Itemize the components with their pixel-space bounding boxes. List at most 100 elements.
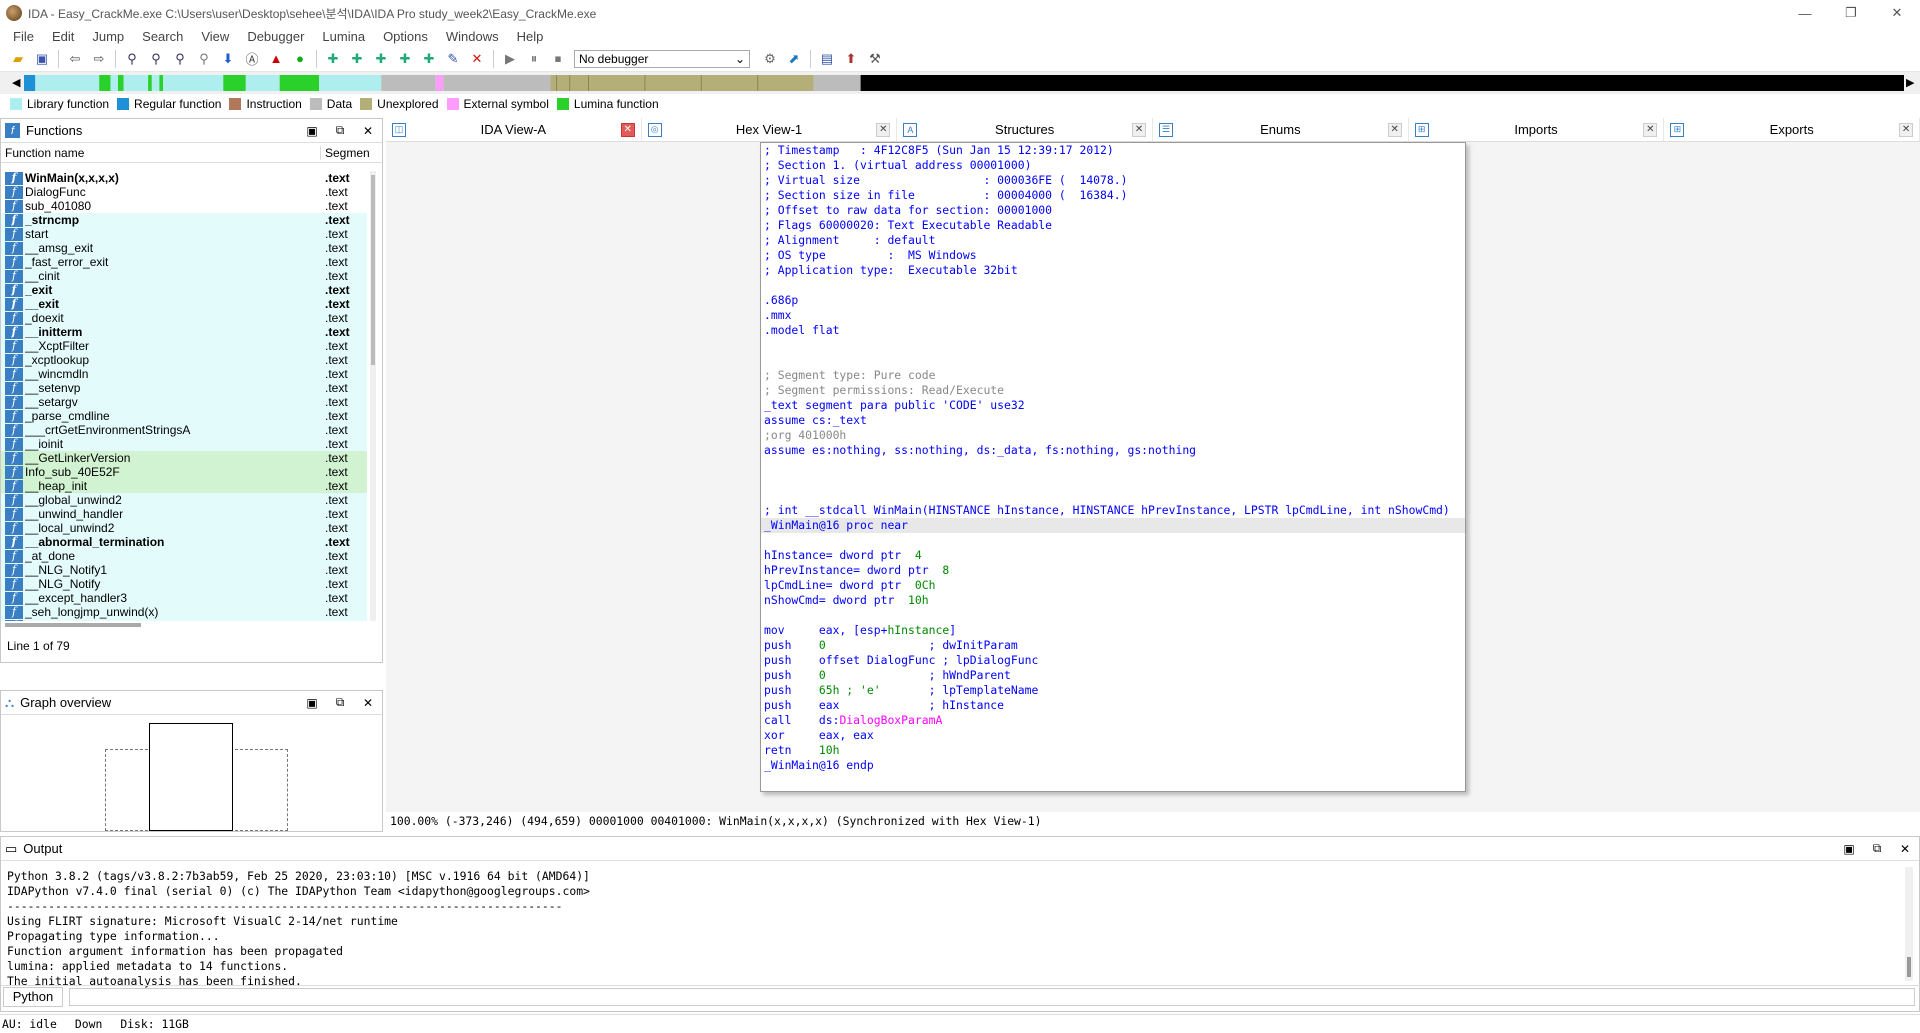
listing-line[interactable]: lpCmdLine= dword ptr 0Ch	[761, 578, 1465, 593]
listing-line[interactable]: ; Application type: Executable 32bit	[761, 263, 1465, 278]
listing-line[interactable]	[761, 533, 1465, 548]
function-row[interactable]: f __heap_init .text	[1, 479, 367, 493]
listing-line[interactable]: .686p	[761, 293, 1465, 308]
tab-ida-view-a[interactable]: ◫ IDA View-A ✕	[386, 118, 642, 141]
listing-line[interactable]	[761, 353, 1465, 368]
open-icon[interactable]: ▰	[8, 49, 28, 69]
listing-line[interactable]: _WinMain@16 proc near	[761, 518, 1465, 533]
menu-jump[interactable]: Jump	[83, 29, 133, 44]
function-row[interactable]: f __exit .text	[1, 297, 367, 311]
search-binary-icon[interactable]: ⚲	[170, 49, 190, 69]
nav-segment[interactable]	[151, 75, 160, 91]
close-icon[interactable]: ✕	[354, 124, 382, 138]
back-arrow-icon[interactable]: ⇦	[65, 49, 85, 69]
function-row[interactable]: f _seh_longjmp_unwind(x) .text	[1, 605, 367, 619]
function-row[interactable]: f _fast_error_exit .text	[1, 255, 367, 269]
function-row[interactable]: f __NLG_Notify1 .text	[1, 563, 367, 577]
nav-segment[interactable]	[123, 75, 149, 91]
listing-line[interactable]: call ds:DialogBoxParamA	[761, 713, 1465, 728]
function-row[interactable]: f __wincmdln .text	[1, 367, 367, 381]
nav-segment[interactable]	[813, 75, 861, 91]
listing-line[interactable]: hInstance= dword ptr 4	[761, 548, 1465, 563]
add-item-icon[interactable]: ✚	[371, 49, 391, 69]
function-row[interactable]: f __ioinit .text	[1, 437, 367, 451]
tab-imports[interactable]: ⊞ Imports ✕	[1409, 118, 1665, 141]
function-row[interactable]: f _at_done .text	[1, 549, 367, 563]
function-row[interactable]: f ___crtGetEnvironmentStringsA .text	[1, 423, 367, 437]
nav-segment[interactable]	[24, 75, 36, 91]
listing-line[interactable]: push 0 ; dwInitParam	[761, 638, 1465, 653]
function-row[interactable]: f __GetLinkerVersion .text	[1, 451, 367, 465]
color-picker-icon[interactable]: ▲	[266, 49, 286, 69]
nav-segment[interactable]	[148, 75, 152, 91]
nav-segment[interactable]	[443, 75, 551, 91]
function-row[interactable]: f start .text	[1, 227, 367, 241]
tab-exports[interactable]: ⊞ Exports ✕	[1664, 118, 1920, 141]
close-icon[interactable]: ✕	[1891, 842, 1919, 856]
float-icon[interactable]: ⧉	[1863, 841, 1891, 856]
listing-line[interactable]: assume cs:_text	[761, 413, 1465, 428]
add-member-icon[interactable]: ✚	[395, 49, 415, 69]
rename-icon[interactable]: ✎	[443, 49, 463, 69]
nav-segment[interactable]	[118, 75, 124, 91]
menu-debugger[interactable]: Debugger	[238, 29, 313, 44]
listing-line[interactable]: ;org 401000h	[761, 428, 1465, 443]
listing-line[interactable]: .mmx	[761, 308, 1465, 323]
nav-segment[interactable]	[550, 75, 814, 91]
tab-close-icon[interactable]: ✕	[1643, 122, 1658, 137]
listing-line[interactable]: _WinMain@16 endp	[761, 758, 1465, 773]
search-next-icon[interactable]: ⚲	[194, 49, 214, 69]
nav-segment[interactable]	[435, 75, 444, 91]
listing-line[interactable]: mov eax, [esp+hInstance]	[761, 623, 1465, 638]
nav-segment[interactable]	[381, 75, 436, 91]
close-window-button[interactable]: ✕	[1874, 0, 1920, 26]
listing-line[interactable]: ; OS type : MS Windows	[761, 248, 1465, 263]
float-icon[interactable]: ⧉	[326, 123, 354, 138]
nav-segment[interactable]	[99, 75, 111, 91]
breakpoints-icon[interactable]: ▤	[817, 49, 837, 69]
function-row[interactable]: f __unwind_handler .text	[1, 507, 367, 521]
menu-help[interactable]: Help	[508, 29, 553, 44]
function-row[interactable]: f __setenvp .text	[1, 381, 367, 395]
function-row[interactable]: f __abnormal_termination .text	[1, 535, 367, 549]
listing-line[interactable]: retn 10h	[761, 743, 1465, 758]
function-row[interactable]: f _parse_cmdline .text	[1, 409, 367, 423]
listing-line[interactable]	[761, 338, 1465, 353]
attach-icon[interactable]: ⬈	[784, 49, 804, 69]
function-row[interactable]: f __global_unwind2 .text	[1, 493, 367, 507]
listing-line[interactable]: nShowCmd= dword ptr 10h	[761, 593, 1465, 608]
function-row[interactable]: f _xcptlookup .text	[1, 353, 367, 367]
function-row[interactable]: f _doexit .text	[1, 311, 367, 325]
function-row[interactable]: f __local_unwind2 .text	[1, 521, 367, 535]
nav-segment[interactable]	[279, 75, 320, 91]
column-function-name[interactable]: Function name	[1, 145, 321, 160]
listing-line[interactable]: ; Offset to raw data for section: 000010…	[761, 203, 1465, 218]
listing-line[interactable]: ; Timestamp : 4F12C8F5 (Sun Jan 15 12:39…	[761, 143, 1465, 158]
maximize-icon[interactable]: ▣	[298, 124, 326, 138]
create-function-icon[interactable]: ✚	[323, 49, 343, 69]
listing-line[interactable]: hPrevInstance= dword ptr 8	[761, 563, 1465, 578]
function-row[interactable]: f __setargv .text	[1, 395, 367, 409]
functions-hscrollbar[interactable]	[5, 623, 141, 627]
function-row[interactable]: f DialogFunc .text	[1, 185, 367, 199]
add-enum-icon[interactable]: ✚	[419, 49, 439, 69]
listing-line[interactable]: ; Segment permissions: Read/Execute	[761, 383, 1465, 398]
menu-view[interactable]: View	[192, 29, 238, 44]
menu-windows[interactable]: Windows	[437, 29, 508, 44]
nav-segment[interactable]	[163, 75, 224, 91]
listing-line[interactable]	[761, 473, 1465, 488]
functions-scrollbar[interactable]	[370, 171, 376, 621]
column-segment[interactable]: Segmen	[321, 146, 370, 160]
tab-close-icon[interactable]: ✕	[620, 122, 635, 137]
delete-icon[interactable]: ✕	[467, 49, 487, 69]
nav-right-arrow-icon[interactable]: ▶	[1906, 76, 1914, 89]
listing-line[interactable]: ; Section size in file : 00004000 ( 1638…	[761, 188, 1465, 203]
function-row[interactable]: f __NLG_Notify .text	[1, 577, 367, 591]
menu-search[interactable]: Search	[133, 29, 192, 44]
listing-line[interactable]: ; Alignment : default	[761, 233, 1465, 248]
function-row[interactable]: f Info_sub_40E52F .text	[1, 465, 367, 479]
function-row[interactable]: f __cinit .text	[1, 269, 367, 283]
listing-line[interactable]: xor eax, eax	[761, 728, 1465, 743]
function-row[interactable]: f__FF_MSGBANNER.text	[1, 619, 367, 621]
listing-line[interactable]	[761, 608, 1465, 623]
